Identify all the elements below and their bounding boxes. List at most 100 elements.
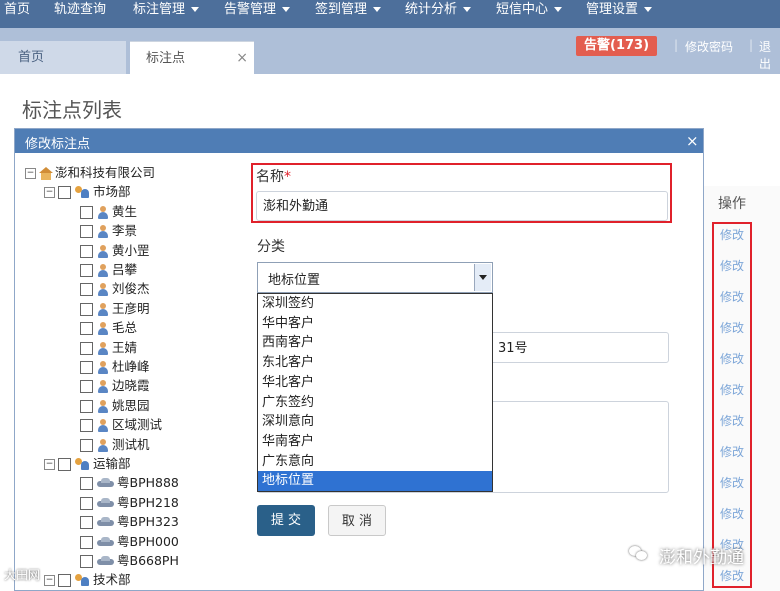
dropdown-option[interactable]: 地标位置 [258, 471, 492, 492]
checkbox[interactable] [80, 264, 93, 277]
user-icon [97, 206, 109, 219]
group-icon [75, 458, 90, 471]
nav-item-label: 短信中心 [496, 2, 549, 17]
checkbox[interactable] [80, 303, 93, 316]
watermark-text: 澎和外勤通 [659, 548, 744, 568]
dropdown-option[interactable]: 深圳签约 [258, 294, 492, 314]
chevron-down-icon [644, 7, 653, 12]
tab-home[interactable]: 首页 [0, 41, 126, 74]
checkbox[interactable] [80, 536, 93, 549]
checkbox[interactable] [80, 516, 93, 529]
checkbox[interactable] [80, 419, 93, 432]
tree-member[interactable]: 粤BPH000 [80, 533, 179, 551]
change-password-link[interactable]: 修改密码 [685, 38, 733, 55]
checkbox[interactable] [80, 322, 93, 335]
expander-icon[interactable]: − [44, 575, 55, 586]
tree-member[interactable]: 边晓霞 [80, 377, 150, 395]
nav-item-home[interactable]: 首页 [4, 0, 30, 28]
tree-root-label: 澎和科技有限公司 [55, 165, 156, 180]
expander-icon[interactable]: − [25, 168, 36, 179]
checkbox[interactable] [58, 458, 71, 471]
checkbox[interactable] [80, 283, 93, 296]
nav-item-track-query[interactable]: 轨迹查询 [54, 0, 106, 28]
tree-department[interactable]: − 技术部 [44, 571, 131, 589]
checkbox[interactable] [80, 555, 93, 568]
member-label: 刘俊杰 [112, 281, 150, 296]
department-label: 市场部 [93, 184, 131, 199]
dropdown-option[interactable]: 华北客户 [258, 373, 492, 393]
car-icon [97, 556, 114, 567]
dropdown-option[interactable]: 华南客户 [258, 432, 492, 452]
chevron-down-icon [554, 7, 563, 12]
car-icon [97, 537, 114, 548]
checkbox[interactable] [80, 400, 93, 413]
nav-item-checkin-management[interactable]: 签到管理 [315, 0, 382, 28]
close-icon[interactable]: × [686, 132, 699, 150]
tree-member[interactable]: 王彦明 [80, 300, 150, 318]
tree-member[interactable]: 区域测试 [80, 416, 162, 434]
tree-member[interactable]: 粤BPH323 [80, 513, 179, 531]
chevron-down-icon[interactable] [474, 264, 491, 291]
tree-member[interactable]: 杜峥峰 [80, 358, 150, 376]
tree-department[interactable]: − 市场部 [44, 183, 131, 201]
member-label: 李景 [112, 223, 138, 238]
member-label: 吕攀 [112, 262, 138, 277]
checkbox[interactable] [80, 245, 93, 258]
chevron-down-icon [282, 7, 291, 12]
member-label: 黄小罡 [112, 243, 150, 258]
nav-item-sms-center[interactable]: 短信中心 [496, 0, 563, 28]
tree-member[interactable]: 测试机 [80, 436, 150, 454]
tree-member[interactable]: 李景 [80, 222, 137, 240]
cancel-button[interactable]: 取 消 [328, 505, 386, 536]
separator: | [674, 38, 679, 52]
tree-member[interactable]: 刘俊杰 [80, 280, 150, 298]
dropdown-option[interactable]: 深圳意向 [258, 412, 492, 432]
nav-item-alarm-management[interactable]: 告警管理 [224, 0, 291, 28]
submit-button[interactable]: 提 交 [257, 505, 315, 536]
tree-root[interactable]: − 澎和科技有限公司 [25, 164, 155, 182]
checkbox[interactable] [58, 574, 71, 587]
member-label: 姚思园 [112, 398, 150, 413]
checkbox[interactable] [58, 186, 71, 199]
dropdown-option[interactable]: 西南客户 [258, 333, 492, 353]
user-icon [97, 303, 109, 316]
checkbox[interactable] [80, 225, 93, 238]
member-label: 黄生 [112, 204, 138, 219]
user-icon [97, 283, 109, 296]
checkbox[interactable] [80, 380, 93, 393]
nav-item-settings[interactable]: 管理设置 [586, 0, 653, 28]
dropdown-option[interactable]: 东北客户 [258, 353, 492, 373]
tree-member[interactable]: 黄生 [80, 203, 137, 221]
tree-member[interactable]: 毛总 [80, 319, 137, 337]
tree-member[interactable]: 粤B668PH [80, 552, 179, 570]
dropdown-option[interactable]: 华中客户 [258, 314, 492, 334]
expander-icon[interactable]: − [44, 187, 55, 198]
member-label: 测试机 [112, 437, 150, 452]
group-icon [75, 186, 90, 199]
tab-markers[interactable]: 标注点 × [130, 41, 254, 74]
logout-link[interactable]: 退出 [759, 38, 780, 72]
tree-member[interactable]: 粤BPH218 [80, 494, 179, 512]
tree-member[interactable]: 黄小罡 [80, 242, 150, 260]
tree-member[interactable]: 吕攀 [80, 261, 137, 279]
tree-member[interactable]: 姚思园 [80, 397, 150, 415]
tree-member[interactable]: 王婧 [80, 339, 137, 357]
nav-item-marker-management[interactable]: 标注管理 [133, 0, 200, 28]
dropdown-option[interactable]: 广东意向 [258, 452, 492, 472]
checkbox[interactable] [80, 439, 93, 452]
name-input[interactable]: 澎和外勤通 [256, 191, 668, 221]
tree-member[interactable]: 粤BPH888 [80, 474, 179, 492]
tree-department[interactable]: − 运输部 [44, 455, 131, 473]
nav-item-label: 统计分析 [405, 2, 458, 17]
checkbox[interactable] [80, 497, 93, 510]
alarm-badge[interactable]: 告警(173) [576, 36, 658, 56]
close-icon[interactable]: × [236, 42, 248, 75]
checkbox[interactable] [80, 477, 93, 490]
nav-item-statistics[interactable]: 统计分析 [405, 0, 472, 28]
checkbox[interactable] [80, 342, 93, 355]
checkbox[interactable] [80, 361, 93, 374]
dropdown-option[interactable]: 广东签约 [258, 393, 492, 413]
tab-label: 标注点 [146, 51, 186, 66]
checkbox[interactable] [80, 206, 93, 219]
expander-icon[interactable]: − [44, 459, 55, 470]
